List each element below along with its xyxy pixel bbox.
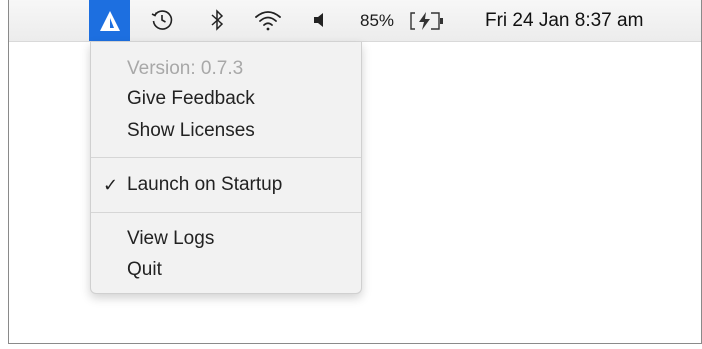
battery-percentage[interactable]: 85% bbox=[360, 0, 394, 41]
volume-icon[interactable] bbox=[309, 6, 329, 34]
view-logs-menu-item[interactable]: View Logs bbox=[91, 224, 361, 254]
version-label: Version: 0.7.3 bbox=[127, 58, 244, 79]
wifi-icon[interactable] bbox=[251, 6, 285, 34]
quit-menu-item[interactable]: Quit bbox=[91, 255, 361, 285]
menu-separator bbox=[91, 157, 361, 158]
menu-bar: 85% Fri 24 Jan 8:37 am bbox=[9, 0, 701, 42]
app-logo-icon[interactable] bbox=[89, 0, 130, 41]
time-machine-icon[interactable] bbox=[145, 6, 179, 34]
show-licenses-menu-item[interactable]: Show Licenses bbox=[91, 116, 361, 146]
checkmark-icon: ✓ bbox=[103, 175, 119, 195]
app-dropdown-menu: Version: 0.7.3 Give Feedback Show Licens… bbox=[90, 42, 362, 294]
launch-on-startup-label: Launch on Startup bbox=[127, 174, 283, 195]
menubar-clock[interactable]: Fri 24 Jan 8:37 am bbox=[485, 0, 643, 41]
bluetooth-icon[interactable] bbox=[206, 6, 228, 34]
battery-charging-icon[interactable] bbox=[409, 11, 447, 36]
menu-separator bbox=[91, 212, 361, 213]
give-feedback-menu-item[interactable]: Give Feedback bbox=[91, 84, 361, 114]
launch-on-startup-menu-item[interactable]: ✓ Launch on Startup bbox=[91, 170, 361, 200]
screen-frame: 85% Fri 24 Jan 8:37 am Version: 0.7.3 Gi… bbox=[8, 0, 702, 344]
